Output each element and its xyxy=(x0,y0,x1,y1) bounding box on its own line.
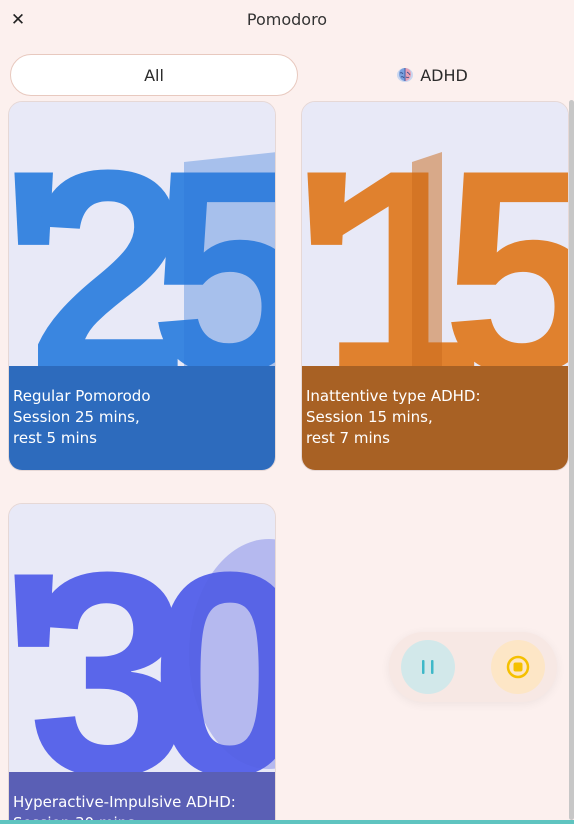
tab-all[interactable]: All xyxy=(10,54,298,96)
card-hyperactive-adhd[interactable]: '30 Hyperactive-Impulsive ADHD: Session … xyxy=(8,503,276,824)
card-15-line-1: Inattentive type ADHD: xyxy=(306,387,481,405)
pause-button[interactable] xyxy=(401,640,455,694)
card-15-artwork: '15 xyxy=(302,102,568,370)
timer-controls xyxy=(389,632,557,702)
tab-adhd-label: ADHD xyxy=(420,65,468,85)
scrollbar[interactable] xyxy=(569,100,574,820)
stop-icon xyxy=(506,655,530,679)
pause-icon xyxy=(422,660,434,674)
bottom-strip xyxy=(0,820,574,824)
brain-icon xyxy=(397,68,414,82)
card-25-caption: Regular Pomorodo Session 25 mins, rest 5… xyxy=(9,366,275,470)
stop-button[interactable] xyxy=(491,640,545,694)
card-15-line-2: Session 15 mins, xyxy=(306,408,433,426)
card-15-caption: Inattentive type ADHD: Session 15 mins, … xyxy=(302,366,568,470)
card-25-line-1: Regular Pomorodo xyxy=(13,387,151,405)
card-25-artwork: '25 xyxy=(9,102,275,370)
tab-adhd[interactable]: ADHD xyxy=(300,54,564,96)
card-regular-pomodoro[interactable]: '25 Regular Pomorodo Session 25 mins, re… xyxy=(8,101,276,471)
card-30-artwork: '30 xyxy=(9,504,275,772)
card-15-line-3: rest 7 mins xyxy=(306,429,390,447)
card-30-line-1: Hyperactive-Impulsive ADHD: xyxy=(13,793,236,811)
page-title: Pomodoro xyxy=(246,10,328,29)
card-25-line-3: rest 5 mins xyxy=(13,429,97,447)
card-30-caption: Hyperactive-Impulsive ADHD: Session 30 m… xyxy=(9,772,275,824)
card-25-line-2: Session 25 mins, xyxy=(13,408,140,426)
card-inattentive-adhd[interactable]: '15 Inattentive type ADHD: Session 15 mi… xyxy=(301,101,569,471)
header: ✕ Pomodoro xyxy=(0,0,574,42)
tab-all-label: All xyxy=(144,65,164,85)
